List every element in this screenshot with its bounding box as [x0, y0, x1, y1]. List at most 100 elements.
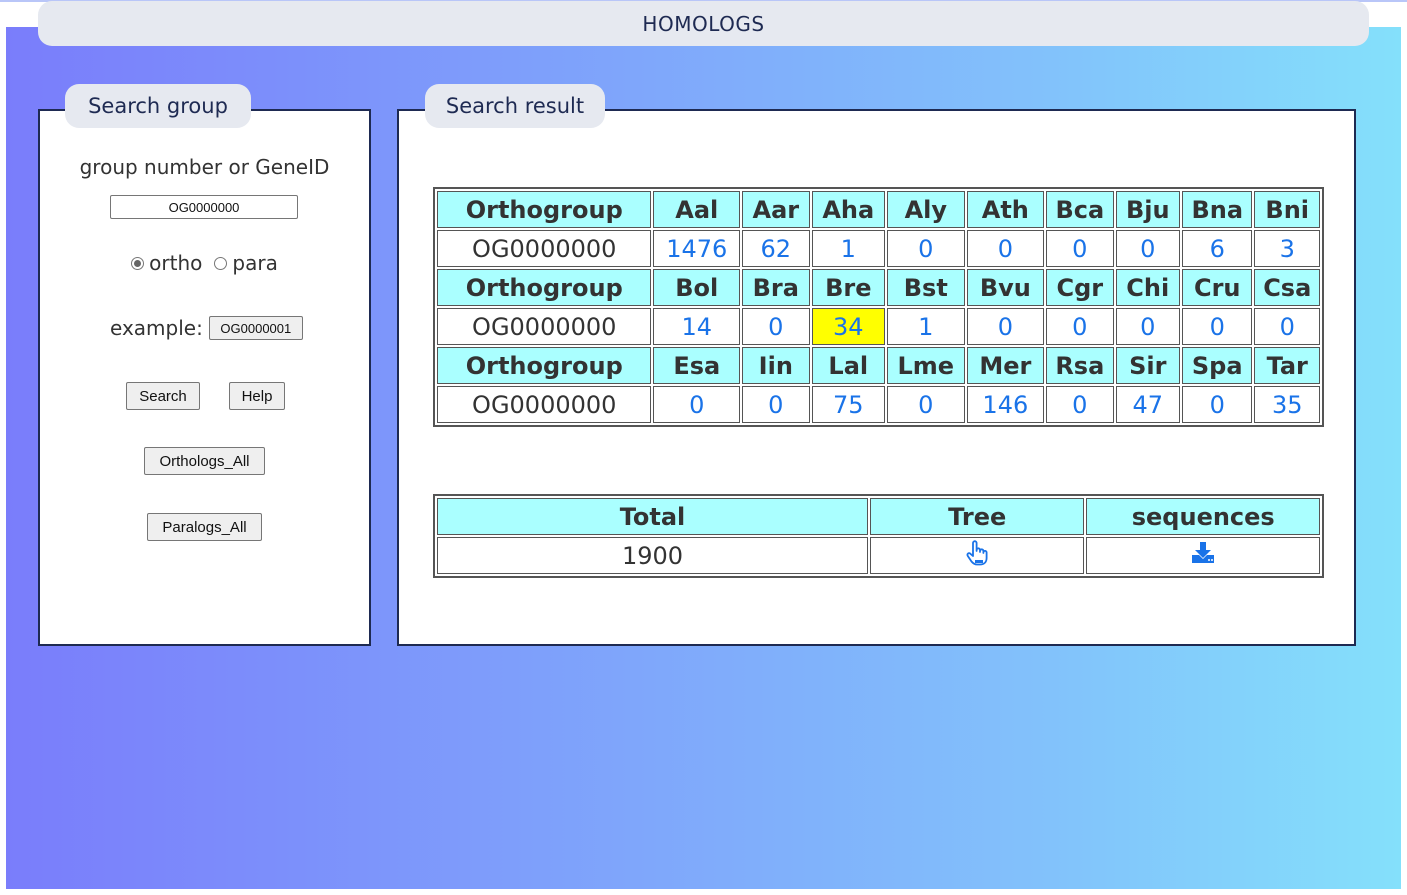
count-link-sir[interactable]: 47 — [1115, 386, 1180, 423]
count-link-tar[interactable]: 35 — [1254, 386, 1320, 423]
count-link-cgr[interactable]: 0 — [1046, 308, 1114, 345]
species-header-aal: Aal — [653, 191, 741, 228]
species-header-tar: Tar — [1254, 347, 1320, 384]
example-row: example: OG0000001 — [110, 316, 303, 340]
species-header-csa: Csa — [1254, 269, 1320, 306]
species-header-lal: Lal — [811, 347, 886, 384]
species-header-lme: Lme — [887, 347, 965, 384]
sequences-cell — [1086, 537, 1320, 574]
page-title: HOMOLOGS — [642, 11, 765, 36]
tree-cell — [869, 537, 1085, 574]
count-link-bju[interactable]: 0 — [1115, 230, 1180, 267]
species-header-bst: Bst — [887, 269, 965, 306]
species-header-ath: Ath — [966, 191, 1045, 228]
example-label: example: — [110, 316, 203, 340]
example-button[interactable]: OG0000001 — [208, 316, 303, 340]
count-link-ath[interactable]: 0 — [966, 230, 1045, 267]
count-link-bni[interactable]: 3 — [1254, 230, 1320, 267]
tree-header: Tree — [869, 498, 1085, 535]
count-link-cru[interactable]: 0 — [1181, 308, 1253, 345]
orthogroup-id: OG0000000 — [437, 386, 652, 423]
species-header-iin: Iin — [742, 347, 810, 384]
radio-para-label: para — [232, 251, 278, 275]
count-link-spa[interactable]: 0 — [1181, 386, 1253, 423]
count-link-bra[interactable]: 0 — [742, 308, 810, 345]
total-value: 1900 — [437, 537, 868, 574]
species-header-bra: Bra — [742, 269, 810, 306]
search-result-panel: Orthogroup Aal Aar Aha Aly Ath Bca Bju Bna Bni OG0… — [397, 109, 1356, 646]
orthogroup-header: Orthogroup — [437, 347, 652, 384]
count-link-mer[interactable]: 146 — [966, 386, 1045, 423]
orthogroup-header: Orthogroup — [437, 191, 652, 228]
count-link-aly[interactable]: 0 — [887, 230, 965, 267]
species-header-esa: Esa — [653, 347, 741, 384]
count-link-bna[interactable]: 6 — [1181, 230, 1253, 267]
species-header-bca: Bca — [1046, 191, 1114, 228]
radio-ortho-label: ortho — [149, 251, 203, 275]
count-link-bca[interactable]: 0 — [1046, 230, 1114, 267]
count-link-esa[interactable]: 0 — [653, 386, 741, 423]
count-link-lme[interactable]: 0 — [887, 386, 965, 423]
count-link-csa[interactable]: 0 — [1254, 308, 1320, 345]
count-link-iin[interactable]: 0 — [742, 386, 810, 423]
search-button[interactable]: Search — [126, 382, 200, 410]
species-header-rsa: Rsa — [1046, 347, 1114, 384]
search-result-tab-label: Search result — [445, 94, 585, 118]
species-header-bju: Bju — [1115, 191, 1180, 228]
summary-header-row: Total Tree sequences — [437, 498, 1320, 535]
pointer-hand-icon[interactable] — [966, 539, 988, 572]
summary-table: Total Tree sequences 1900 — [433, 494, 1324, 578]
species-header-aha: Aha — [811, 191, 886, 228]
species-header-sir: Sir — [1115, 347, 1180, 384]
species-header-bol: Bol — [653, 269, 741, 306]
radio-ortho-option[interactable]: ortho — [131, 251, 202, 275]
species-header-chi: Chi — [1115, 269, 1180, 306]
total-header: Total — [437, 498, 868, 535]
count-link-aal[interactable]: 1476 — [653, 230, 741, 267]
count-link-aha[interactable]: 1 — [811, 230, 886, 267]
paralogs-all-button[interactable]: Paralogs_All — [147, 513, 262, 541]
species-header-aar: Aar — [742, 191, 810, 228]
orthogroup-counts-table: Orthogroup Aal Aar Aha Aly Ath Bca Bju Bna Bni OG0… — [433, 187, 1324, 427]
summary-value-row: 1900 — [437, 537, 1320, 574]
species-header-row: Orthogroup Esa Iin Lal Lme Mer Rsa Sir Spa Tar — [437, 347, 1320, 384]
count-link-aar[interactable]: 62 — [742, 230, 810, 267]
count-link-rsa[interactable]: 0 — [1046, 386, 1114, 423]
species-header-bni: Bni — [1254, 191, 1320, 228]
count-row: OG0000000 14 0 34 1 0 0 0 0 0 — [437, 308, 1320, 345]
count-row: OG0000000 0 0 75 0 146 0 47 0 35 — [437, 386, 1320, 423]
species-header-spa: Spa — [1181, 347, 1253, 384]
species-header-mer: Mer — [966, 347, 1045, 384]
count-row: OG0000000 1476 62 1 0 0 0 0 6 3 — [437, 230, 1320, 267]
search-group-panel: group number or GeneID ortho para exampl… — [38, 109, 371, 646]
species-header-cru: Cru — [1181, 269, 1253, 306]
species-header-bre: Bre — [811, 269, 886, 306]
search-group-tab-label: Search group — [88, 94, 228, 118]
species-header-bna: Bna — [1181, 191, 1253, 228]
radio-para-option[interactable]: para — [214, 251, 278, 275]
search-type-radio-group: ortho para — [40, 251, 369, 275]
count-link-bre[interactable]: 34 — [811, 308, 886, 345]
search-group-tab: Search group — [65, 84, 251, 128]
species-header-row: Orthogroup Aal Aar Aha Aly Ath Bca Bju Bna Bni — [437, 191, 1320, 228]
orthologs-all-button[interactable]: Orthologs_All — [144, 447, 265, 475]
search-result-tab: Search result — [425, 84, 605, 128]
species-header-row: Orthogroup Bol Bra Bre Bst Bvu Cgr Chi Cru Csa — [437, 269, 1320, 306]
help-button[interactable]: Help — [229, 382, 285, 410]
count-link-chi[interactable]: 0 — [1115, 308, 1180, 345]
orthogroup-id: OG0000000 — [437, 230, 652, 267]
radio-para[interactable] — [214, 256, 228, 270]
orthogroup-header: Orthogroup — [437, 269, 652, 306]
sequences-header: sequences — [1086, 498, 1320, 535]
species-header-bvu: Bvu — [966, 269, 1045, 306]
count-link-bvu[interactable]: 0 — [966, 308, 1045, 345]
search-input[interactable] — [110, 195, 298, 219]
count-link-bol[interactable]: 14 — [653, 308, 741, 345]
species-header-aly: Aly — [887, 191, 965, 228]
count-link-lal[interactable]: 75 — [811, 386, 886, 423]
orthogroup-id: OG0000000 — [437, 308, 652, 345]
download-icon[interactable] — [1191, 542, 1215, 570]
count-link-bst[interactable]: 1 — [887, 308, 965, 345]
radio-ortho[interactable] — [131, 256, 145, 270]
species-header-cgr: Cgr — [1046, 269, 1114, 306]
